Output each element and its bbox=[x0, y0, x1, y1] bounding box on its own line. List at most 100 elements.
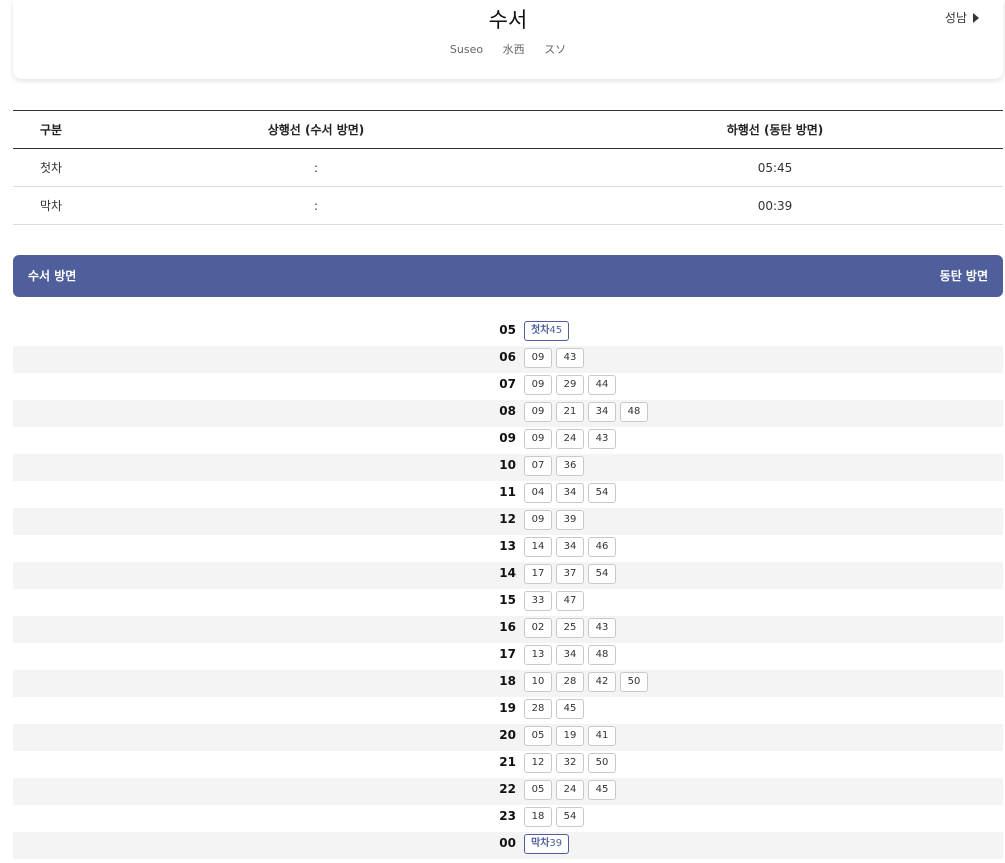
minute-chip[interactable]: 09 bbox=[524, 348, 552, 368]
minute-value: 39 bbox=[549, 838, 563, 849]
minute-chip[interactable]: 34 bbox=[556, 483, 584, 503]
hour-label: 13 bbox=[499, 539, 516, 553]
timetable-row: 23 18 54 bbox=[13, 805, 1003, 832]
direction-suseo-tab[interactable]: 수서 방면 bbox=[28, 255, 76, 297]
minute-chip[interactable]: 43 bbox=[556, 348, 584, 368]
hour-label: 09 bbox=[499, 431, 516, 445]
minute-chip[interactable]: 09 bbox=[524, 510, 552, 530]
minute-list: 09 24 43 bbox=[524, 429, 616, 449]
minute-chip[interactable]: 54 bbox=[588, 483, 616, 503]
minute-chip[interactable]: 41 bbox=[588, 726, 616, 746]
timetable-row: 06 09 43 bbox=[13, 346, 1003, 373]
minute-chip[interactable]: 46 bbox=[588, 537, 616, 557]
minute-chip[interactable]: 34 bbox=[556, 537, 584, 557]
minute-chip[interactable]: 21 bbox=[556, 402, 584, 422]
minute-chip[interactable]: 44 bbox=[588, 375, 616, 395]
table-row-last-train: 막차 : 00:39 bbox=[13, 187, 1003, 225]
hourly-timetable: 05 첫차45 06 09 43 07 09 29 44 08 09 21 34 48 09 09 24 43 10… bbox=[13, 319, 1003, 859]
minute-list: 09 39 bbox=[524, 510, 584, 530]
last-train-tag: 막차 bbox=[531, 838, 550, 849]
minute-value: 54 bbox=[563, 811, 577, 822]
first-last-train-table: 구분 상행선 (수서 방면) 하행선 (동탄 방면) 첫차 : 05:45 막차… bbox=[13, 110, 1003, 225]
minute-chip[interactable]: 07 bbox=[524, 456, 552, 476]
minute-chip[interactable]: 54 bbox=[556, 807, 584, 827]
minute-chip[interactable]: 42 bbox=[588, 672, 616, 692]
timetable-row: 15 33 47 bbox=[13, 589, 1003, 616]
timetable-row: 17 13 34 48 bbox=[13, 643, 1003, 670]
minute-chip[interactable]: 28 bbox=[556, 672, 584, 692]
minute-value: 02 bbox=[531, 622, 545, 633]
timetable-row: 12 09 39 bbox=[13, 508, 1003, 535]
minute-value: 41 bbox=[595, 730, 609, 741]
minute-chip[interactable]: 05 bbox=[524, 780, 552, 800]
minute-value: 25 bbox=[563, 622, 577, 633]
minute-chip[interactable]: 39 bbox=[556, 510, 584, 530]
minute-chip[interactable]: 33 bbox=[524, 591, 552, 611]
minute-list: 09 43 bbox=[524, 348, 584, 368]
direction-dongtan-tab[interactable]: 동탄 방면 bbox=[940, 255, 988, 297]
minute-chip[interactable]: 32 bbox=[556, 753, 584, 773]
minute-chip[interactable]: 25 bbox=[556, 618, 584, 638]
minute-chip[interactable]: 48 bbox=[588, 645, 616, 665]
minute-chip[interactable]: 24 bbox=[556, 429, 584, 449]
minute-list: 02 25 43 bbox=[524, 618, 616, 638]
minute-chip[interactable]: 05 bbox=[524, 726, 552, 746]
minute-chip[interactable]: 04 bbox=[524, 483, 552, 503]
minute-value: 09 bbox=[531, 406, 545, 417]
minute-chip[interactable]: 36 bbox=[556, 456, 584, 476]
minute-value: 12 bbox=[531, 757, 545, 768]
minute-chip[interactable]: 14 bbox=[524, 537, 552, 557]
minute-chip[interactable]: 02 bbox=[524, 618, 552, 638]
minute-value: 10 bbox=[531, 676, 545, 687]
downbound-time: 00:39 bbox=[757, 199, 793, 213]
minute-chip[interactable]: 34 bbox=[588, 402, 616, 422]
minute-chip[interactable]: 10 bbox=[524, 672, 552, 692]
minute-chip[interactable]: 24 bbox=[556, 780, 584, 800]
minute-value: 33 bbox=[531, 595, 545, 606]
upbound-time: : bbox=[313, 161, 319, 175]
minute-value: 34 bbox=[595, 406, 609, 417]
timetable-row: 07 09 29 44 bbox=[13, 373, 1003, 400]
minute-value: 44 bbox=[595, 379, 609, 390]
minute-chip[interactable]: 첫차45 bbox=[524, 321, 570, 341]
minute-value: 29 bbox=[563, 379, 577, 390]
minute-chip[interactable]: 37 bbox=[556, 564, 584, 584]
minute-chip[interactable]: 43 bbox=[588, 618, 616, 638]
minute-chip[interactable]: 34 bbox=[556, 645, 584, 665]
minute-chip[interactable]: 48 bbox=[620, 402, 648, 422]
minute-chip[interactable]: 09 bbox=[524, 402, 552, 422]
minute-chip[interactable]: 19 bbox=[556, 726, 584, 746]
minute-value: 43 bbox=[595, 433, 609, 444]
timetable-row: 11 04 34 54 bbox=[13, 481, 1003, 508]
minute-chip[interactable]: 29 bbox=[556, 375, 584, 395]
minute-value: 13 bbox=[531, 649, 545, 660]
minute-chip[interactable]: 45 bbox=[556, 699, 584, 719]
next-station-link[interactable]: 성남 bbox=[945, 9, 979, 26]
minute-list: 첫차45 bbox=[524, 321, 570, 341]
hour-label: 12 bbox=[499, 512, 516, 526]
minute-chip[interactable]: 43 bbox=[588, 429, 616, 449]
hour-label: 08 bbox=[499, 404, 516, 418]
minute-list: 막차39 bbox=[524, 834, 570, 854]
minute-value: 18 bbox=[531, 811, 545, 822]
minute-chip[interactable]: 50 bbox=[620, 672, 648, 692]
minute-chip[interactable]: 28 bbox=[524, 699, 552, 719]
hour-label: 19 bbox=[499, 701, 516, 715]
minute-chip[interactable]: 50 bbox=[588, 753, 616, 773]
minute-chip[interactable]: 막차39 bbox=[524, 834, 570, 854]
hour-label: 20 bbox=[499, 728, 516, 742]
header-category: 구분 bbox=[40, 123, 63, 137]
minute-chip[interactable]: 09 bbox=[524, 429, 552, 449]
minute-chip[interactable]: 12 bbox=[524, 753, 552, 773]
minute-chip[interactable]: 45 bbox=[588, 780, 616, 800]
minute-chip[interactable]: 54 bbox=[588, 564, 616, 584]
minute-chip[interactable]: 09 bbox=[524, 375, 552, 395]
timetable-row: 14 17 37 54 bbox=[13, 562, 1003, 589]
minute-chip[interactable]: 13 bbox=[524, 645, 552, 665]
minute-chip[interactable]: 47 bbox=[556, 591, 584, 611]
timetable-row: 19 28 45 bbox=[13, 697, 1003, 724]
minute-chip[interactable]: 18 bbox=[524, 807, 552, 827]
minute-list: 05 24 45 bbox=[524, 780, 616, 800]
minute-chip[interactable]: 17 bbox=[524, 564, 552, 584]
station-katakana: スソ bbox=[544, 43, 567, 56]
